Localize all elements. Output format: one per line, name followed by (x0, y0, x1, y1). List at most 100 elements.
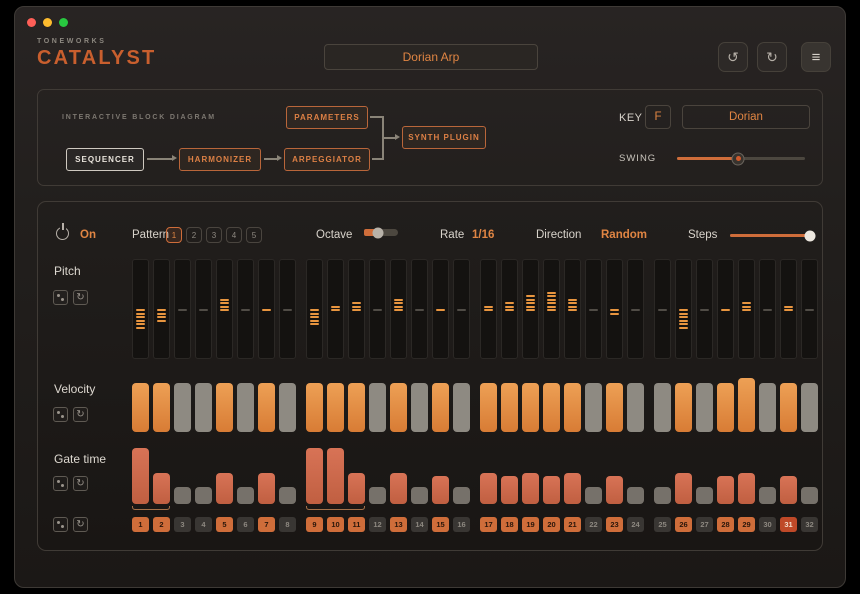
pitch-step-25[interactable] (654, 259, 671, 359)
pitch-step-22[interactable] (585, 259, 602, 359)
velocity-bar-3[interactable] (174, 383, 191, 432)
gate-bar-17[interactable] (480, 473, 497, 504)
step-number-2[interactable]: 2 (153, 517, 170, 532)
velocity-bar-15[interactable] (432, 383, 449, 432)
gate-bar-20[interactable] (543, 476, 560, 504)
gate-bar-11[interactable] (348, 473, 365, 504)
velocity-bar-11[interactable] (348, 383, 365, 432)
step-number-22[interactable]: 22 (585, 517, 602, 532)
gate-bar-8[interactable] (279, 487, 296, 504)
key-value-box[interactable]: F (645, 105, 671, 129)
gate-bar-21[interactable] (564, 473, 581, 504)
gate-bar-25[interactable] (654, 487, 671, 504)
gate-bar-5[interactable] (216, 473, 233, 504)
velocity-bar-10[interactable] (327, 383, 344, 432)
direction-value[interactable]: Random (601, 229, 647, 241)
step-number-10[interactable]: 10 (327, 517, 344, 532)
pitch-cycle-icon[interactable]: ↻ (73, 290, 88, 305)
pattern-button-5[interactable]: 5 (246, 227, 262, 243)
rate-value[interactable]: 1/16 (472, 229, 494, 241)
gate-bar-30[interactable] (759, 487, 776, 504)
velocity-bar-16[interactable] (453, 383, 470, 432)
pattern-button-3[interactable]: 3 (206, 227, 222, 243)
velocity-cycle-icon[interactable]: ↻ (73, 407, 88, 422)
node-harmonizer[interactable]: HARMONIZER (179, 148, 261, 171)
gate-bar-2[interactable] (153, 473, 170, 504)
gate-bar-26[interactable] (675, 473, 692, 504)
velocity-bar-21[interactable] (564, 383, 581, 432)
velocity-bar-30[interactable] (759, 383, 776, 432)
pitch-step-16[interactable] (453, 259, 470, 359)
minimize-window-button[interactable] (43, 18, 52, 27)
step-number-4[interactable]: 4 (195, 517, 212, 532)
step-number-1[interactable]: 1 (132, 517, 149, 532)
step-number-12[interactable]: 12 (369, 517, 386, 532)
velocity-bar-23[interactable] (606, 383, 623, 432)
gate-bar-32[interactable] (801, 487, 818, 504)
pitch-step-19[interactable] (522, 259, 539, 359)
step-number-29[interactable]: 29 (738, 517, 755, 532)
step-number-16[interactable]: 16 (453, 517, 470, 532)
node-synth-plugin[interactable]: SYNTH PLUGIN (402, 126, 486, 149)
undo-button[interactable]: ↺ (718, 42, 748, 72)
pitch-step-11[interactable] (348, 259, 365, 359)
step-number-23[interactable]: 23 (606, 517, 623, 532)
steps-cycle-icon[interactable]: ↻ (73, 517, 88, 532)
gate-bar-27[interactable] (696, 487, 713, 504)
gate-bar-18[interactable] (501, 476, 518, 504)
steps-slider-knob[interactable] (805, 230, 816, 241)
step-number-31[interactable]: 31 (780, 517, 797, 532)
pitch-step-14[interactable] (411, 259, 428, 359)
node-sequencer[interactable]: SEQUENCER (66, 148, 144, 171)
step-number-15[interactable]: 15 (432, 517, 449, 532)
step-number-11[interactable]: 11 (348, 517, 365, 532)
zoom-window-button[interactable] (59, 18, 68, 27)
pitch-step-30[interactable] (759, 259, 776, 359)
menu-button[interactable]: ≡ (801, 42, 831, 72)
gate-bar-24[interactable] (627, 487, 644, 504)
pitch-step-7[interactable] (258, 259, 275, 359)
pitch-step-17[interactable] (480, 259, 497, 359)
pattern-button-1[interactable]: 1 (166, 227, 182, 243)
redo-button[interactable]: ↻ (757, 42, 787, 72)
velocity-dice-icon[interactable] (53, 407, 68, 422)
velocity-bar-20[interactable] (543, 383, 560, 432)
step-number-17[interactable]: 17 (480, 517, 497, 532)
gate-bar-28[interactable] (717, 476, 734, 504)
step-number-27[interactable]: 27 (696, 517, 713, 532)
pitch-step-23[interactable] (606, 259, 623, 359)
pattern-button-2[interactable]: 2 (186, 227, 202, 243)
velocity-bar-18[interactable] (501, 383, 518, 432)
step-number-3[interactable]: 3 (174, 517, 191, 532)
gate-bar-22[interactable] (585, 487, 602, 504)
step-number-7[interactable]: 7 (258, 517, 275, 532)
velocity-bar-24[interactable] (627, 383, 644, 432)
step-number-32[interactable]: 32 (801, 517, 818, 532)
step-number-21[interactable]: 21 (564, 517, 581, 532)
velocity-bar-13[interactable] (390, 383, 407, 432)
pitch-step-10[interactable] (327, 259, 344, 359)
octave-slider[interactable] (364, 229, 398, 236)
gate-bar-3[interactable] (174, 487, 191, 504)
pitch-step-9[interactable] (306, 259, 323, 359)
pitch-dice-icon[interactable] (53, 290, 68, 305)
pitch-step-5[interactable] (216, 259, 233, 359)
step-number-6[interactable]: 6 (237, 517, 254, 532)
pitch-step-31[interactable] (780, 259, 797, 359)
swing-slider-knob[interactable] (732, 152, 745, 165)
velocity-bar-22[interactable] (585, 383, 602, 432)
gate-bar-12[interactable] (369, 487, 386, 504)
gate-dice-icon[interactable] (53, 476, 68, 491)
step-number-18[interactable]: 18 (501, 517, 518, 532)
close-window-button[interactable] (27, 18, 36, 27)
gate-bar-4[interactable] (195, 487, 212, 504)
velocity-bar-1[interactable] (132, 383, 149, 432)
velocity-bar-19[interactable] (522, 383, 539, 432)
octave-slider-knob[interactable] (373, 227, 384, 238)
power-button[interactable] (56, 227, 69, 240)
gate-bar-29[interactable] (738, 473, 755, 504)
velocity-bar-32[interactable] (801, 383, 818, 432)
pitch-step-13[interactable] (390, 259, 407, 359)
scale-value-box[interactable]: Dorian (682, 105, 810, 129)
step-number-24[interactable]: 24 (627, 517, 644, 532)
